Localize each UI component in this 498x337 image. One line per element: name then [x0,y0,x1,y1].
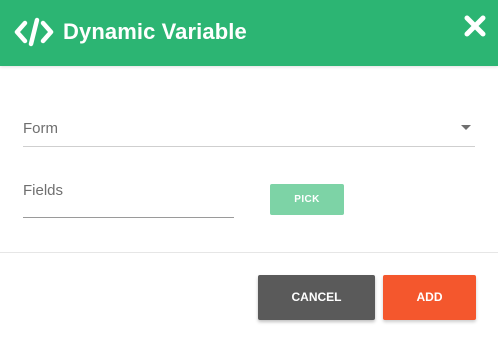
code-icon [14,17,54,47]
form-select[interactable]: Form [23,115,475,147]
cancel-button[interactable]: CANCEL [258,275,375,320]
footer-divider [0,252,498,253]
add-button[interactable]: ADD [383,275,476,320]
pick-button[interactable]: PICK [270,184,344,215]
dropdown-caret-icon[interactable] [461,125,471,130]
close-icon[interactable] [464,15,486,37]
dialog-header: Dynamic Variable [0,0,498,66]
form-select-label: Form [23,120,58,137]
dialog-title: Dynamic Variable [63,19,247,44]
fields-input-label: Fields [23,182,64,199]
fields-input[interactable]: Fields [23,176,234,218]
dynamic-variable-dialog: Dynamic Variable Form Fields PICK CANCEL… [0,0,498,337]
